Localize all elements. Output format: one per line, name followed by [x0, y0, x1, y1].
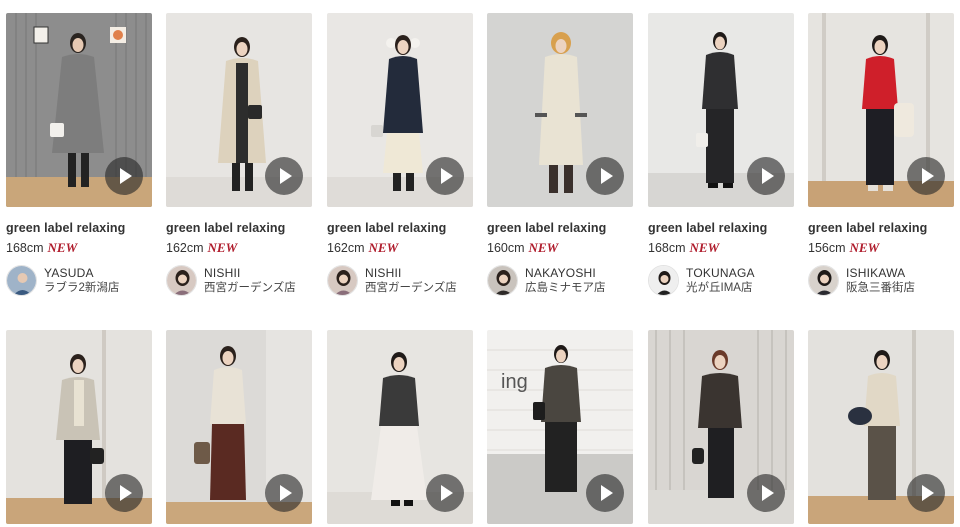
staff-info[interactable]: TOKUNAGA 光が丘IMA店 [648, 265, 794, 296]
staff-name: ISHIKAWA [846, 265, 906, 280]
avatar[interactable] [6, 265, 37, 296]
shop-name: 光が丘IMA店 [686, 281, 753, 294]
outfit-photo[interactable] [327, 13, 473, 207]
avatar[interactable] [487, 265, 518, 296]
staff-info[interactable]: YASUDA ラブラ2新潟店 [6, 265, 152, 296]
staff-height: 168cm [648, 241, 686, 255]
play-button[interactable] [265, 474, 303, 512]
new-badge: NEW [849, 240, 880, 255]
new-badge: NEW [47, 240, 78, 255]
play-button[interactable] [426, 474, 464, 512]
brand-name[interactable]: green label relaxing [327, 221, 473, 235]
outfit-photo[interactable] [166, 13, 312, 207]
height-info: 160cm NEW [487, 240, 633, 256]
play-button[interactable] [907, 157, 945, 195]
shop-name: 阪急三番街店 [846, 281, 915, 294]
new-badge: NEW [207, 240, 238, 255]
staff-height: 162cm [166, 241, 204, 255]
styling-card[interactable]: green label relaxing 168cm NEW YASUDA ラブラ… [6, 13, 152, 296]
outfit-photo[interactable] [6, 330, 152, 524]
styling-card[interactable]: green label relaxing 168cm NEW TOKUNAGA 光… [648, 13, 794, 296]
styling-card[interactable]: green label relaxing 162cm NEW NISHII 西宮ガ… [327, 13, 473, 296]
staff-name: NISHII [365, 265, 402, 280]
play-button[interactable] [747, 157, 785, 195]
new-badge: NEW [368, 240, 399, 255]
play-button[interactable] [747, 474, 785, 512]
styling-card[interactable]: ing [487, 330, 633, 524]
staff-name: NAKAYOSHI [525, 265, 596, 280]
styling-card[interactable] [648, 330, 794, 524]
brand-name[interactable]: green label relaxing [166, 221, 312, 235]
staff-height: 160cm [487, 241, 525, 255]
play-button[interactable] [105, 474, 143, 512]
play-button[interactable] [907, 474, 945, 512]
brand-name[interactable]: green label relaxing [648, 221, 794, 235]
styling-card[interactable]: green label relaxing 156cm NEW ISHIKAWA 阪… [808, 13, 954, 296]
avatar[interactable] [327, 265, 358, 296]
styling-card[interactable]: green label relaxing 160cm NEW NAKAYOSHI … [487, 13, 633, 296]
avatar[interactable] [166, 265, 197, 296]
staff-info[interactable]: NAKAYOSHI 広島ミナモア店 [487, 265, 633, 296]
outfit-photo[interactable] [487, 13, 633, 207]
brand-name[interactable]: green label relaxing [808, 221, 954, 235]
shop-name: 西宮ガーデンズ店 [365, 281, 457, 294]
store-sign-text: ing [501, 371, 528, 393]
outfit-photo[interactable]: ing [487, 330, 633, 524]
shop-name: ラブラ2新潟店 [44, 281, 120, 294]
outfit-photo[interactable] [808, 330, 954, 524]
outfit-photo[interactable] [648, 13, 794, 207]
styling-card[interactable] [166, 330, 312, 524]
avatar[interactable] [648, 265, 679, 296]
play-button[interactable] [265, 157, 303, 195]
staff-name: TOKUNAGA [686, 265, 755, 280]
staff-name: YASUDA [44, 265, 94, 280]
styling-card[interactable] [327, 330, 473, 524]
brand-name[interactable]: green label relaxing [6, 221, 152, 235]
styling-card[interactable] [6, 330, 152, 524]
outfit-photo[interactable] [166, 330, 312, 524]
new-badge: NEW [528, 240, 559, 255]
avatar[interactable] [808, 265, 839, 296]
outfit-photo[interactable] [327, 330, 473, 524]
staff-height: 162cm [327, 241, 365, 255]
staff-info[interactable]: NISHII 西宮ガーデンズ店 [327, 265, 473, 296]
brand-name[interactable]: green label relaxing [487, 221, 633, 235]
height-info: 168cm NEW [6, 240, 152, 256]
styling-card[interactable] [808, 330, 954, 524]
play-button[interactable] [586, 157, 624, 195]
shop-name: 広島ミナモア店 [525, 281, 606, 294]
play-button[interactable] [105, 157, 143, 195]
outfit-photo[interactable] [808, 13, 954, 207]
height-info: 162cm NEW [327, 240, 473, 256]
staff-height: 156cm [808, 241, 846, 255]
staff-info[interactable]: NISHII 西宮ガーデンズ店 [166, 265, 312, 296]
outfit-photo[interactable] [648, 330, 794, 524]
shop-name: 西宮ガーデンズ店 [204, 281, 296, 294]
staff-name: NISHII [204, 265, 241, 280]
styling-grid: green label relaxing 168cm NEW YASUDA ラブラ… [0, 0, 960, 527]
staff-info[interactable]: ISHIKAWA 阪急三番街店 [808, 265, 954, 296]
height-info: 156cm NEW [808, 240, 954, 256]
new-badge: NEW [689, 240, 720, 255]
staff-height: 168cm [6, 241, 44, 255]
play-button[interactable] [586, 474, 624, 512]
height-info: 162cm NEW [166, 240, 312, 256]
styling-card[interactable]: green label relaxing 162cm NEW NISHII 西宮ガ… [166, 13, 312, 296]
play-button[interactable] [426, 157, 464, 195]
height-info: 168cm NEW [648, 240, 794, 256]
outfit-photo[interactable] [6, 13, 152, 207]
